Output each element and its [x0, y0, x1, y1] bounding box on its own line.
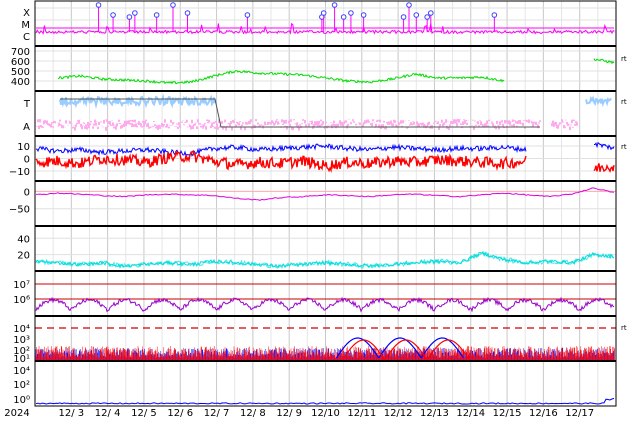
flare-class-label: M	[21, 20, 30, 31]
flare-event-marker	[126, 14, 133, 20]
temp-t-label: T	[23, 99, 31, 110]
flare-event-marker	[400, 14, 407, 20]
flare-event-marker	[153, 12, 160, 18]
x-tick-label: 12/14	[456, 408, 485, 419]
space-weather-chart: XMC700600500400rtTArt100−10rt0−50402010⁷…	[4, 0, 627, 419]
flare-event-marker	[132, 10, 138, 16]
x-tick-label: 12/ 7	[204, 408, 230, 419]
proton-tick-label: 10⁴	[13, 324, 30, 335]
flare-event-marker	[360, 12, 367, 18]
flare-event-marker	[413, 12, 420, 18]
flare-event-marker	[110, 12, 116, 18]
x-tick-label: 12/ 8	[240, 408, 266, 419]
x-tick-label: 12/ 6	[167, 408, 193, 419]
x-tick-label: 12/ 5	[131, 408, 157, 419]
electron-tick-label: 10⁷	[13, 280, 30, 291]
x-tick-label: 12/11	[347, 408, 376, 419]
flare-event-marker	[170, 2, 176, 8]
neutron-tick-label: 10⁰	[13, 395, 30, 406]
x-tick-label: 2024	[4, 408, 29, 419]
x-tick-label: 12/12	[384, 408, 413, 419]
flare-class-label: X	[23, 8, 30, 19]
x-tick-label: 12/10	[311, 408, 340, 419]
bz-tick-label: 10	[17, 142, 30, 153]
bz-tick-label: −10	[9, 167, 30, 178]
temp-t-band	[59, 93, 217, 109]
wind-rt-label: rt	[621, 55, 627, 63]
proton-tick-label: 10³	[13, 335, 30, 346]
x-tick-label: 12/17	[565, 408, 594, 419]
flare-event-marker	[406, 2, 412, 8]
flare-class-label: C	[23, 32, 30, 43]
flare-event-marker	[95, 2, 102, 8]
proton-rt-label: rt	[621, 324, 627, 332]
temp-t-band-late	[585, 95, 612, 108]
flare-event-marker	[184, 10, 191, 16]
kp-tick-label: 20	[17, 251, 30, 262]
x-tick-label: 12/ 4	[95, 408, 121, 419]
bz-tick-label: 0	[24, 155, 30, 166]
grid-lines	[34, 1, 617, 406]
dst-tick-label: −50	[9, 205, 30, 216]
flare-event-marker	[348, 10, 354, 16]
temp-a-label: A	[23, 122, 30, 133]
flare-event-marker	[244, 12, 251, 18]
neutron-tick-label: 10⁴	[13, 366, 30, 377]
neutron-tick-label: 10²	[13, 380, 30, 391]
flare-event-marker	[331, 2, 338, 8]
flare-event-marker	[340, 14, 347, 20]
electron-tick-label: 10⁶	[13, 295, 30, 306]
flare-event-marker	[320, 10, 327, 16]
temp-rt-label: rt	[621, 98, 627, 106]
kp-tick-label: 40	[17, 234, 30, 245]
x-tick-label: 12/ 3	[58, 408, 84, 419]
x-tick-label: 12/15	[493, 408, 522, 419]
dst-tick-label: 0	[24, 187, 30, 198]
flare-event-marker	[428, 10, 434, 16]
flare-event-marker	[491, 12, 498, 18]
x-tick-label: 12/ 9	[276, 408, 302, 419]
flare-event-marker	[424, 14, 430, 20]
bz-rt-label: rt	[621, 143, 627, 151]
wind-speed-tick-label: 400	[11, 77, 30, 88]
x-tick-label: 12/13	[420, 408, 449, 419]
proton-tick-label: 10¹	[13, 354, 30, 365]
x-tick-label: 12/16	[529, 408, 558, 419]
